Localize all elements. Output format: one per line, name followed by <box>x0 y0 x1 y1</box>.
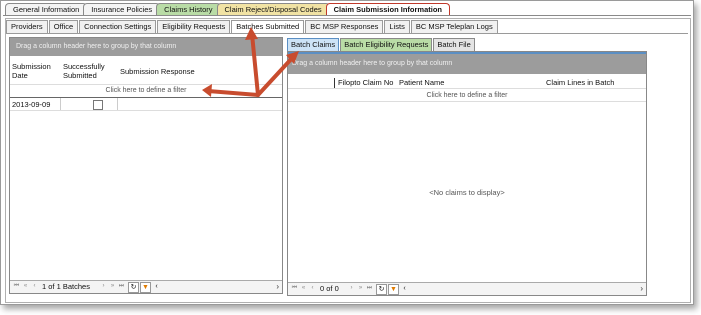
subtab-eligibility-requests[interactable]: Eligibility Requests <box>157 20 231 33</box>
column-header-claim-lines-in-batch[interactable]: Claim Lines in Batch <box>546 78 614 88</box>
tab-batch-claims[interactable]: Batch Claims <box>287 38 340 51</box>
subtab-office[interactable]: Office <box>48 20 79 33</box>
column-header-filopto-claim-no[interactable]: Filopto Claim No <box>338 78 393 88</box>
cell-submission-date: 2013-09-09 <box>12 100 51 109</box>
sub-tab-strip: Providers Office Connection Settings Eli… <box>6 20 499 34</box>
tab-general-information[interactable]: General Information <box>5 3 88 15</box>
previous-page-icon[interactable]: ‹ <box>31 283 38 290</box>
batches-grid: Drag a column header here to group by th… <box>9 37 283 294</box>
tab-batch-eligibility-requests[interactable]: Batch Eligibility Requests <box>340 38 433 51</box>
main-tab-divider <box>3 15 691 16</box>
column-header-line: Submission <box>12 62 51 71</box>
scroll-left-icon[interactable]: ‹ <box>152 282 161 291</box>
tab-claims-history[interactable]: Claims History <box>156 3 221 15</box>
subtab-bc-msp-teleplan-logs[interactable]: BC MSP Teleplan Logs <box>410 20 498 33</box>
column-header-patient-name[interactable]: Patient Name <box>399 78 444 88</box>
group-by-panel[interactable]: Drag a column header here to group by th… <box>288 54 646 74</box>
column-header-line: Successfully <box>63 62 105 71</box>
last-page-icon[interactable]: ⏭ <box>118 283 125 290</box>
refresh-icon[interactable]: ↻ <box>128 282 139 293</box>
batch-claims-grid: Drag a column header here to group by th… <box>287 51 647 296</box>
grid-header-row: Submission Date Successfully Submitted S… <box>10 62 282 84</box>
tab-claim-reject-disposal-codes[interactable]: Claim Reject/Disposal Codes <box>216 3 330 15</box>
tab-insurance-policies[interactable]: Insurance Policies <box>83 3 161 15</box>
pager-bar: ⏮ « ‹ 0 of 0 › » ⏭ ↻ ▼ ‹ <box>288 282 418 295</box>
filter-icon[interactable]: ▼ <box>140 282 151 293</box>
grid-header-row: Filopto Claim No Patient Name Claim Line… <box>288 78 646 89</box>
scroll-right-icon[interactable]: › <box>640 283 643 295</box>
main-tab-strip: General Information Insurance Policies C… <box>5 3 450 15</box>
subtab-batches-submitted[interactable]: Batches Submitted <box>231 20 305 34</box>
column-divider <box>117 98 118 110</box>
tab-batch-file[interactable]: Batch File <box>433 38 475 51</box>
next-page-icon[interactable]: › <box>348 285 355 292</box>
column-divider <box>334 78 335 88</box>
subtab-lists[interactable]: Lists <box>384 20 410 33</box>
empty-grid-message: <No claims to display> <box>429 188 505 197</box>
refresh-icon[interactable]: ↻ <box>376 284 387 295</box>
filter-icon[interactable]: ▼ <box>388 284 399 295</box>
column-divider <box>60 98 61 110</box>
previous-page-icon[interactable]: ‹ <box>309 285 316 292</box>
sub-tab-divider <box>6 33 688 34</box>
subtab-providers[interactable]: Providers <box>6 20 48 33</box>
successfully-submitted-checkbox[interactable] <box>93 100 103 110</box>
previous-group-icon[interactable]: « <box>22 283 29 290</box>
tab-claim-submission-information[interactable]: Claim Submission Information <box>325 3 450 15</box>
last-page-icon[interactable]: ⏭ <box>366 285 373 292</box>
next-page-icon[interactable]: › <box>100 283 107 290</box>
pager-status: 0 of 0 <box>320 284 339 293</box>
window-frame: General Information Insurance Policies C… <box>0 0 694 305</box>
column-header-successfully-submitted[interactable]: Successfully Submitted <box>63 62 105 80</box>
horizontal-scrollbar[interactable]: › <box>418 282 646 295</box>
batch-detail-tab-strip: Batch Claims Batch Eligibility Requests … <box>287 38 476 51</box>
pager-bar: ⏮ « ‹ 1 of 1 Batches › » ⏭ ↻ ▼ ‹ <box>10 280 170 293</box>
column-header-submission-response[interactable]: Submission Response <box>120 67 195 76</box>
filter-row[interactable]: Click here to define a filter <box>288 90 646 102</box>
column-header-line: Date <box>12 71 28 80</box>
filter-row[interactable]: Click here to define a filter <box>10 84 282 98</box>
scroll-right-icon[interactable]: › <box>276 281 279 293</box>
subtab-connection-settings[interactable]: Connection Settings <box>79 20 157 33</box>
column-header-line: Submitted <box>63 71 97 80</box>
pager-status: 1 of 1 Batches <box>42 282 90 291</box>
previous-group-icon[interactable]: « <box>300 285 307 292</box>
subtab-bc-msp-responses[interactable]: BC MSP Responses <box>305 20 384 33</box>
column-header-submission-date[interactable]: Submission Date <box>12 62 51 80</box>
next-group-icon[interactable]: » <box>357 285 364 292</box>
scroll-left-icon[interactable]: ‹ <box>400 284 409 293</box>
horizontal-scrollbar[interactable]: › <box>170 280 282 293</box>
table-row[interactable]: 2013-09-09 <box>10 98 282 111</box>
first-page-icon[interactable]: ⏮ <box>13 283 20 290</box>
next-group-icon[interactable]: » <box>109 283 116 290</box>
first-page-icon[interactable]: ⏮ <box>291 285 298 292</box>
group-by-panel[interactable]: Drag a column header here to group by th… <box>10 38 282 56</box>
